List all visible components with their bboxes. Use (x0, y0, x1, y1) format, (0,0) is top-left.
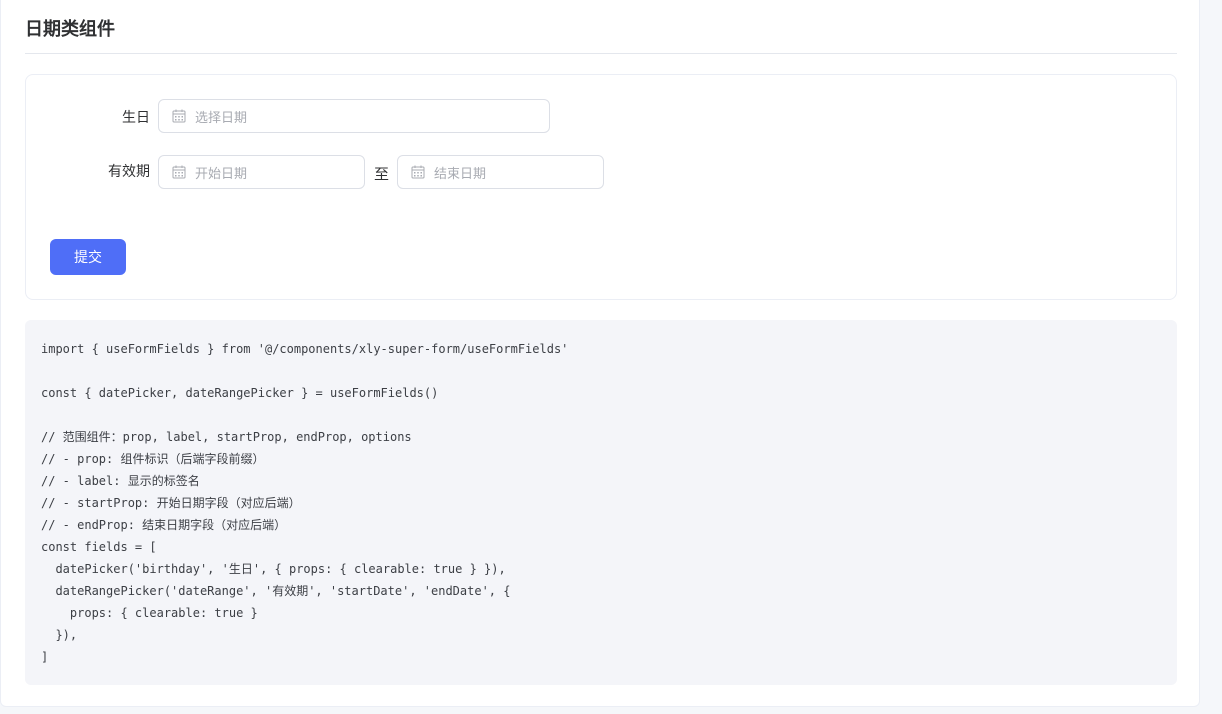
code-line: const fields = [ (41, 540, 157, 554)
birthday-placeholder: 选择日期 (195, 110, 248, 126)
demo-card: 日期类组件 生日 选择日期 有效期 开始日期 至 结束日期 提交 import … (0, 0, 1200, 707)
calendar-icon (411, 165, 425, 179)
code-line: dateRangePicker('dateRange', '有效期', 'sta… (41, 584, 511, 598)
code-line: const { datePicker, dateRangePicker } = … (41, 386, 439, 400)
validity-label: 有效期 (108, 164, 150, 180)
code-line: }), (41, 628, 78, 642)
code-line: // 范围组件：prop, label, startProp, endProp,… (41, 430, 412, 444)
validity-start-date-picker[interactable]: 开始日期 (158, 155, 365, 189)
code-line: // - startProp: 开始日期字段（对应后端） (41, 496, 301, 510)
code-block: import { useFormFields } from '@/compone… (25, 320, 1177, 685)
birthday-date-picker[interactable]: 选择日期 (158, 99, 550, 133)
code-line: // - label: 显示的标签名 (41, 474, 200, 488)
code-line: props: { clearable: true } (41, 606, 258, 620)
calendar-icon (172, 109, 186, 123)
calendar-icon (172, 165, 186, 179)
range-separator: 至 (374, 165, 390, 183)
code-line: // - endProp: 结束日期字段（对应后端） (41, 518, 287, 532)
code-line: import { useFormFields } from '@/compone… (41, 342, 569, 356)
validity-end-date-picker[interactable]: 结束日期 (397, 155, 604, 189)
birthday-label: 生日 (122, 110, 150, 126)
title-divider (25, 53, 1177, 54)
code-line: // - prop: 组件标识（后端字段前缀） (41, 452, 265, 466)
submit-button[interactable]: 提交 (50, 239, 126, 275)
section-title: 日期类组件 (25, 19, 115, 40)
start-date-placeholder: 开始日期 (195, 166, 248, 182)
end-date-placeholder: 结束日期 (434, 166, 487, 182)
code-line: datePicker('birthday', '生日', { props: { … (41, 562, 506, 576)
form-panel: 生日 选择日期 有效期 开始日期 至 结束日期 提交 (25, 74, 1177, 300)
code-line: ] (41, 650, 49, 664)
